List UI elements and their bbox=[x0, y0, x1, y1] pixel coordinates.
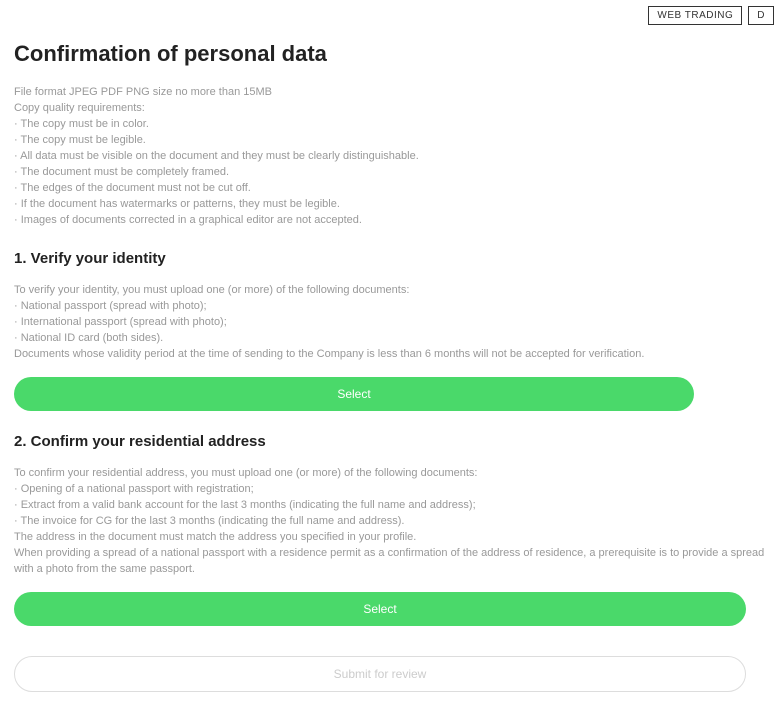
topbar: WEB TRADING D bbox=[0, 0, 780, 25]
section1-item: · National ID card (both sides). bbox=[14, 331, 766, 347]
intro-req: · The document must be completely framed… bbox=[14, 165, 766, 181]
select-identity-button[interactable]: Select bbox=[14, 377, 694, 411]
intro-block: File format JPEG PDF PNG size no more th… bbox=[14, 85, 766, 228]
section2-lead: To confirm your residential address, you… bbox=[14, 466, 766, 482]
page-title: Confirmation of personal data bbox=[14, 41, 766, 67]
section2-note1: The address in the document must match t… bbox=[14, 530, 766, 546]
select-address-button[interactable]: Select bbox=[14, 592, 746, 626]
section1-lead: To verify your identity, you must upload… bbox=[14, 283, 766, 299]
section1-item: · International passport (spread with ph… bbox=[14, 315, 766, 331]
section1-item: · National passport (spread with photo); bbox=[14, 299, 766, 315]
intro-req: · The edges of the document must not be … bbox=[14, 181, 766, 197]
submit-for-review-button[interactable]: Submit for review bbox=[14, 656, 746, 692]
topbar-partial-button[interactable]: D bbox=[748, 6, 774, 25]
section1-title: 1. Verify your identity bbox=[14, 250, 766, 267]
intro-req: · If the document has watermarks or patt… bbox=[14, 197, 766, 213]
section2-item: · The invoice for CG for the last 3 mont… bbox=[14, 514, 766, 530]
section2-item: · Opening of a national passport with re… bbox=[14, 482, 766, 498]
section2-title: 2. Confirm your residential address bbox=[14, 433, 766, 450]
intro-req: · Images of documents corrected in a gra… bbox=[14, 213, 766, 229]
copy-quality-heading: Copy quality requirements: bbox=[14, 101, 766, 117]
section1-note: Documents whose validity period at the t… bbox=[14, 347, 766, 363]
main-content: Confirmation of personal data File forma… bbox=[0, 25, 780, 712]
section2-note2: When providing a spread of a national pa… bbox=[14, 546, 766, 578]
intro-req: · All data must be visible on the docume… bbox=[14, 149, 766, 165]
section2-item: · Extract from a valid bank account for … bbox=[14, 498, 766, 514]
intro-req: · The copy must be legible. bbox=[14, 133, 766, 149]
intro-req: · The copy must be in color. bbox=[14, 117, 766, 133]
section1-body: To verify your identity, you must upload… bbox=[14, 283, 766, 363]
section2-body: To confirm your residential address, you… bbox=[14, 466, 766, 578]
web-trading-button[interactable]: WEB TRADING bbox=[648, 6, 742, 25]
file-format-text: File format JPEG PDF PNG size no more th… bbox=[14, 85, 766, 101]
